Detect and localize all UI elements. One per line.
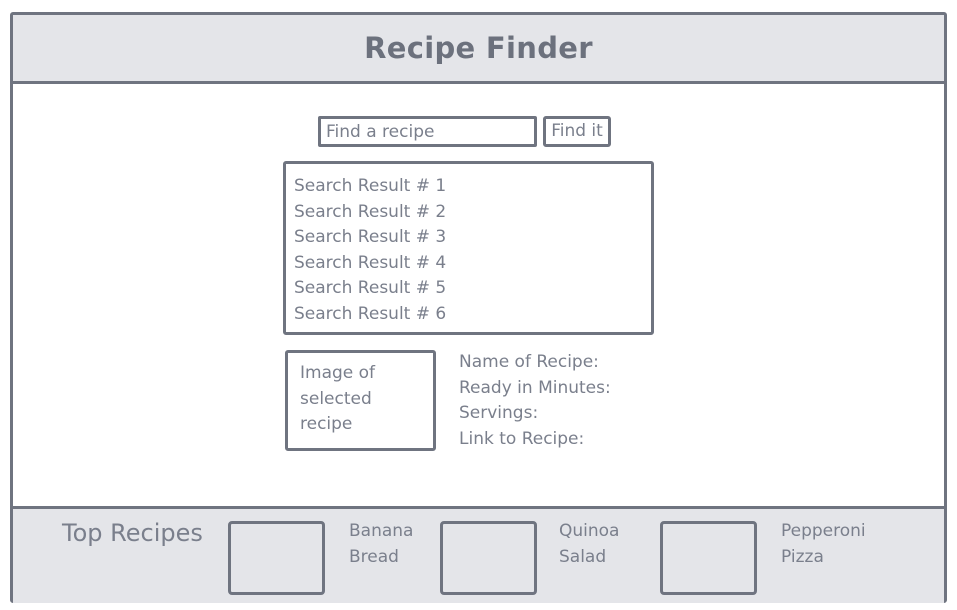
top-recipe-name-pepperoni-pizza[interactable]: Pepperoni Pizza [781, 519, 881, 570]
header-bar: Recipe Finder [13, 15, 944, 84]
search-input[interactable] [318, 116, 537, 147]
search-result-item[interactable]: Search Result # 1 [294, 174, 651, 200]
top-recipes-bar: Top Recipes Banana Bread Quinoa Salad Pe… [13, 506, 944, 603]
search-results-list: Search Result # 1 Search Result # 2 Sear… [283, 161, 654, 335]
selected-recipe-image-label: Image of selected recipe [300, 363, 376, 435]
find-button[interactable]: Find it [543, 116, 611, 147]
page-title: Recipe Finder [364, 31, 593, 65]
search-result-item[interactable]: Search Result # 2 [294, 200, 651, 226]
recipe-link-label[interactable]: Link to Recipe: [459, 427, 611, 453]
top-recipe-name-banana-bread[interactable]: Banana Bread [349, 519, 449, 570]
top-recipes-title: Top Recipes [62, 519, 203, 547]
app-window: Recipe Finder Find it Search Result # 1 … [10, 12, 947, 603]
servings-label: Servings: [459, 403, 539, 424]
top-recipe-thumbnail-quinoa-salad[interactable] [440, 521, 537, 595]
search-result-item[interactable]: Search Result # 5 [294, 276, 651, 302]
search-result-item[interactable]: Search Result # 6 [294, 302, 651, 328]
top-recipe-thumbnail-pepperoni-pizza[interactable] [660, 521, 757, 595]
ready-in-minutes-label: Ready in Minutes: [459, 377, 611, 398]
top-recipe-name-quinoa-salad[interactable]: Quinoa Salad [559, 519, 659, 570]
search-result-item[interactable]: Search Result # 4 [294, 251, 651, 277]
search-result-item[interactable]: Search Result # 3 [294, 225, 651, 251]
recipe-name-label: Name of Recipe: [459, 352, 599, 372]
selected-recipe-image: Image of selected recipe [285, 350, 436, 451]
top-recipe-thumbnail-banana-bread[interactable] [228, 521, 325, 595]
recipe-details: Name of Recipe: Ready in Minutes: Servin… [459, 350, 611, 452]
